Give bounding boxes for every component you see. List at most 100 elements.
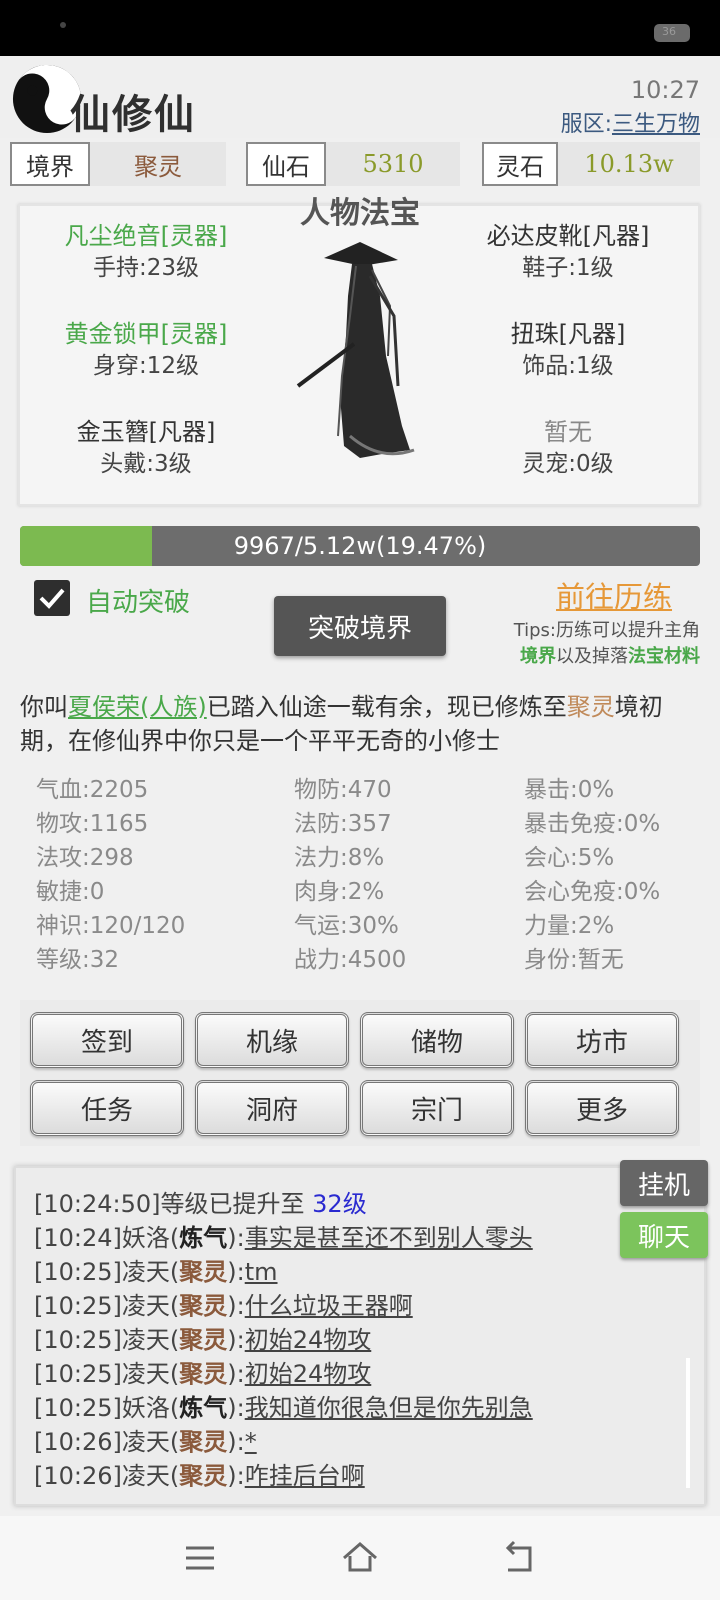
realm-value: 聚灵: [90, 142, 226, 186]
idle-button[interactable]: 挂机: [620, 1160, 708, 1206]
chat-user[interactable]: 凌天: [122, 1292, 170, 1320]
status-bar: 36: [0, 0, 720, 56]
server-name-link[interactable]: 三生万物: [612, 112, 700, 137]
equip-name: 黄金锁甲[灵器]: [64, 320, 228, 348]
attr-hp: 气血:2205: [36, 777, 149, 803]
chat-message-text[interactable]: tm: [245, 1258, 278, 1286]
menu-button-area: 签到 机缘 储物 坊市 任务 洞府 宗门 更多: [20, 1000, 700, 1146]
equip-slot: 鞋子:1级: [522, 255, 614, 281]
equip-armor[interactable]: 黄金锁甲[灵器] 身穿:12级: [16, 318, 276, 382]
chat-panel[interactable]: [10:24:50]等级已提升至 32级 [10:24]妖洛(炼气):事实是甚至…: [14, 1166, 706, 1506]
chat-message: [10:25]妖洛(炼气):我知道你很急但是你先别急: [34, 1394, 533, 1422]
quest-button[interactable]: 任务: [30, 1080, 184, 1136]
camera-dot: [60, 22, 66, 28]
chat-message-text[interactable]: 初始24物攻: [245, 1326, 372, 1354]
equip-name: 必达皮靴[凡器]: [486, 222, 650, 250]
chat-time: [10:26]: [34, 1462, 122, 1490]
chat-realm: 聚灵: [179, 1360, 228, 1388]
attr-luck: 气运:30%: [294, 913, 399, 939]
equip-headwear[interactable]: 金玉簪[凡器] 头戴:3级: [16, 416, 276, 480]
chat-user[interactable]: 妖洛: [122, 1224, 170, 1252]
game-clock: 10:27: [630, 76, 700, 104]
home-icon[interactable]: [340, 1538, 380, 1578]
xianshi-label: 仙石: [246, 142, 326, 186]
chat-user[interactable]: 凌天: [122, 1428, 170, 1456]
attr-mag-atk: 法攻:298: [36, 845, 134, 871]
cave-button[interactable]: 洞府: [195, 1080, 349, 1136]
chat-user[interactable]: 妖洛: [122, 1394, 170, 1422]
chat-message: [10:25]凌天(聚灵):tm: [34, 1258, 278, 1286]
equip-slot: 头戴:3级: [100, 451, 192, 477]
equip-pet[interactable]: 暂无 灵宠:0级: [438, 416, 698, 480]
intro-prefix: 你叫: [20, 693, 68, 721]
chat-scrollbar[interactable]: [686, 1358, 690, 1488]
fortune-button[interactable]: 机缘: [195, 1012, 349, 1068]
attr-agility: 敏捷:0: [36, 879, 105, 905]
chat-message: [10:25]凌天(聚灵):什么垃圾王器啊: [34, 1292, 413, 1320]
equip-slot: 手持:23级: [92, 255, 199, 281]
sect-button[interactable]: 宗门: [360, 1080, 514, 1136]
chat-time: [10:24:50]: [34, 1190, 161, 1218]
battery-icon: 36: [654, 24, 690, 42]
sign-in-button[interactable]: 签到: [30, 1012, 184, 1068]
goto-training-link[interactable]: 前往历练: [556, 574, 672, 616]
auto-breakthrough-checkbox[interactable]: [34, 580, 70, 616]
chat-message-text[interactable]: 初始24物攻: [245, 1360, 372, 1388]
chat-message: [10:25]凌天(聚灵):初始24物攻: [34, 1360, 372, 1388]
chat-message-text[interactable]: 咋挂后台啊: [245, 1462, 365, 1490]
attr-heart: 会心:5%: [524, 845, 615, 871]
chat-message-text[interactable]: 事实是甚至还不到别人零头: [245, 1224, 533, 1252]
chat-time: [10:25]: [34, 1394, 122, 1422]
app-title: 仙修仙: [70, 91, 196, 138]
equip-boots[interactable]: 必达皮靴[凡器] 鞋子:1级: [438, 220, 698, 284]
chat-realm: 聚灵: [179, 1462, 228, 1490]
tips-realm: 境界: [520, 646, 556, 667]
chat-time: [10:24]: [34, 1224, 122, 1252]
chat-user[interactable]: 凌天: [122, 1360, 170, 1388]
chat-button[interactable]: 聊天: [620, 1212, 708, 1258]
attr-mana: 法力:8%: [294, 845, 385, 871]
system-nav-bar: [0, 1516, 720, 1600]
attr-mag-def: 法防:357: [294, 811, 392, 837]
chat-realm: 聚灵: [179, 1292, 228, 1320]
chat-message-text[interactable]: 什么垃圾王器啊: [245, 1292, 413, 1320]
realm-stat: 境界 聚灵: [10, 142, 226, 186]
checkmark-icon: [39, 588, 65, 609]
chat-message-text[interactable]: 我知道你很急但是你先别急: [245, 1394, 533, 1422]
breakthrough-button[interactable]: 突破境界: [274, 596, 446, 656]
attr-identity: 身份:暂无: [524, 947, 624, 973]
chat-user[interactable]: 凌天: [122, 1462, 170, 1490]
lingshi-label: 灵石: [482, 142, 558, 186]
equip-weapon[interactable]: 凡尘绝音[灵器] 手持:23级: [16, 220, 276, 284]
chat-time: [10:25]: [34, 1258, 122, 1286]
menu-icon[interactable]: [180, 1538, 220, 1578]
attr-phys-atk: 物攻:1165: [36, 811, 149, 837]
progress-text: 9967/5.12w(19.47%): [233, 532, 487, 560]
back-icon[interactable]: [500, 1538, 540, 1578]
market-button[interactable]: 坊市: [525, 1012, 679, 1068]
server-label: 服区:: [560, 112, 612, 137]
auto-breakthrough-label[interactable]: 自动突破: [86, 582, 190, 619]
lingshi-value: 10.13w: [558, 142, 700, 186]
chat-time: [10:25]: [34, 1360, 122, 1388]
equip-name: 凡尘绝音[灵器]: [64, 222, 228, 250]
chat-time: [10:25]: [34, 1292, 122, 1320]
more-button[interactable]: 更多: [525, 1080, 679, 1136]
chat-user[interactable]: 凌天: [122, 1258, 170, 1286]
equip-accessory[interactable]: 扭珠[凡器] 饰品:1级: [438, 318, 698, 382]
xianshi-value: 5310: [326, 142, 460, 186]
chat-message: [10:24]妖洛(炼气):事实是甚至还不到别人零头: [34, 1224, 533, 1252]
equip-slot: 饰品:1级: [522, 353, 614, 379]
chat-message-text[interactable]: *: [245, 1428, 257, 1456]
attr-strength: 力量:2%: [524, 913, 615, 939]
tips-line1: Tips:历练可以提升主角: [513, 620, 700, 641]
chat-level: 32级: [312, 1190, 367, 1218]
attr-phys-def: 物防:470: [294, 777, 392, 803]
chat-user[interactable]: 凌天: [122, 1326, 170, 1354]
lingshi-stat: 灵石 10.13w: [482, 142, 700, 186]
intro-middle: 已踏入仙途一载有余，现已修炼至: [206, 693, 567, 721]
intro-realm: 聚灵: [566, 693, 615, 721]
storage-button[interactable]: 储物: [360, 1012, 514, 1068]
server-info: 服区:三生万物: [561, 106, 700, 138]
character-name-link[interactable]: 夏侯荣(人族): [68, 693, 207, 721]
